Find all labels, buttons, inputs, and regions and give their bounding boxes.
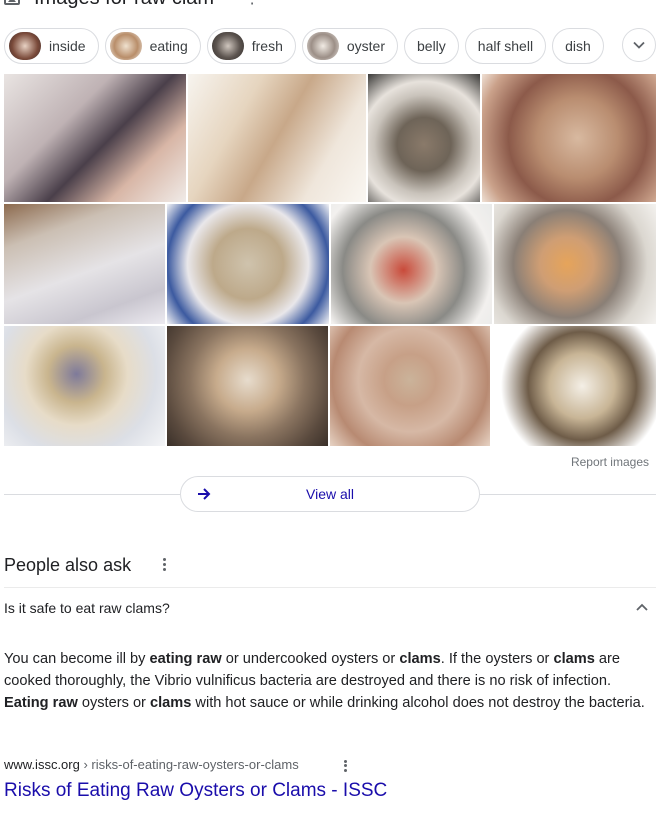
image-result[interactable] bbox=[331, 204, 492, 324]
image-result[interactable] bbox=[167, 204, 329, 324]
answer-bold-text: clams bbox=[553, 651, 595, 667]
image-icon bbox=[4, 0, 20, 5]
image-result[interactable] bbox=[188, 74, 366, 202]
chip-label: dish bbox=[565, 38, 591, 54]
answer-bold-text: eating raw bbox=[149, 651, 222, 667]
answer-text: with hot sauce or while drinking alcohol… bbox=[191, 695, 645, 711]
more-options-icon[interactable] bbox=[340, 758, 350, 774]
image-result[interactable] bbox=[482, 74, 656, 202]
image-result[interactable] bbox=[4, 74, 186, 202]
chip-eating[interactable]: eating bbox=[104, 28, 201, 64]
answer-text: You can become ill by bbox=[4, 651, 150, 667]
chip-label: belly bbox=[417, 38, 446, 54]
view-all-label: View all bbox=[306, 486, 354, 502]
chip-thumbnail bbox=[211, 32, 244, 60]
answer-text: or undercooked oysters or bbox=[221, 651, 400, 667]
arrow-right-icon bbox=[198, 488, 211, 500]
divider bbox=[4, 628, 656, 629]
more-options-icon[interactable]: ⋮ bbox=[244, 0, 260, 8]
answer-bold-text: clams bbox=[399, 651, 441, 667]
people-also-ask-heading: People also ask bbox=[4, 555, 132, 575]
chip-label: inside bbox=[49, 38, 86, 54]
paa-answer-text: You can become ill by eating raw or unde… bbox=[4, 648, 652, 714]
chip-thumbnail bbox=[306, 32, 339, 60]
chip-belly[interactable]: belly bbox=[404, 28, 459, 64]
view-all-button[interactable]: View all bbox=[180, 476, 480, 512]
chip-label: half shell bbox=[477, 38, 534, 54]
source-domain: www.issc.org bbox=[4, 757, 80, 772]
chip-label: fresh bbox=[251, 38, 283, 54]
image-result[interactable] bbox=[330, 326, 490, 446]
chip-label: oyster bbox=[346, 38, 385, 54]
chip-label: eating bbox=[149, 38, 188, 54]
chip-fresh[interactable]: fresh bbox=[206, 28, 296, 64]
image-result[interactable] bbox=[167, 326, 328, 446]
chevron-down-icon bbox=[633, 41, 645, 49]
refinement-chips: inside eating fresh oyster belly half sh… bbox=[4, 28, 604, 64]
answer-text: . If the oysters or bbox=[440, 651, 554, 667]
result-source[interactable]: www.issc.org › risks-of-eating-raw-oyste… bbox=[4, 757, 299, 772]
report-images-link[interactable]: Report images bbox=[571, 455, 649, 469]
result-title-link[interactable]: Risks of Eating Raw Oysters or Clams - I… bbox=[4, 780, 387, 802]
answer-bold-text: clams bbox=[149, 695, 192, 711]
divider bbox=[4, 587, 656, 588]
image-result[interactable] bbox=[368, 74, 480, 202]
chip-inside[interactable]: inside bbox=[4, 28, 99, 64]
paa-question[interactable]: Is it safe to eat raw clams? bbox=[4, 600, 170, 616]
answer-bold-text: Eating raw bbox=[4, 695, 78, 711]
image-result[interactable] bbox=[492, 326, 656, 446]
chevron-up-icon[interactable] bbox=[634, 601, 650, 613]
chip-thumbnail bbox=[9, 32, 41, 60]
image-result[interactable] bbox=[4, 326, 165, 446]
source-path: › risks-of-eating-raw-oysters-or-clams bbox=[79, 757, 299, 772]
image-result[interactable] bbox=[494, 204, 656, 324]
images-header-title[interactable]: Images for raw clam bbox=[34, 0, 214, 10]
chip-half-shell[interactable]: half shell bbox=[464, 28, 547, 64]
divider bbox=[480, 494, 656, 495]
chip-oyster[interactable]: oyster bbox=[301, 28, 398, 64]
images-header: Images for raw clam ⋮ bbox=[4, 0, 260, 10]
chip-thumbnail bbox=[109, 32, 142, 60]
image-result[interactable] bbox=[4, 204, 165, 324]
more-options-icon[interactable] bbox=[158, 556, 170, 576]
divider bbox=[4, 494, 180, 495]
chip-dish[interactable]: dish bbox=[552, 28, 604, 64]
answer-text: oysters or bbox=[77, 695, 150, 711]
chips-scroll-button[interactable] bbox=[622, 28, 656, 62]
